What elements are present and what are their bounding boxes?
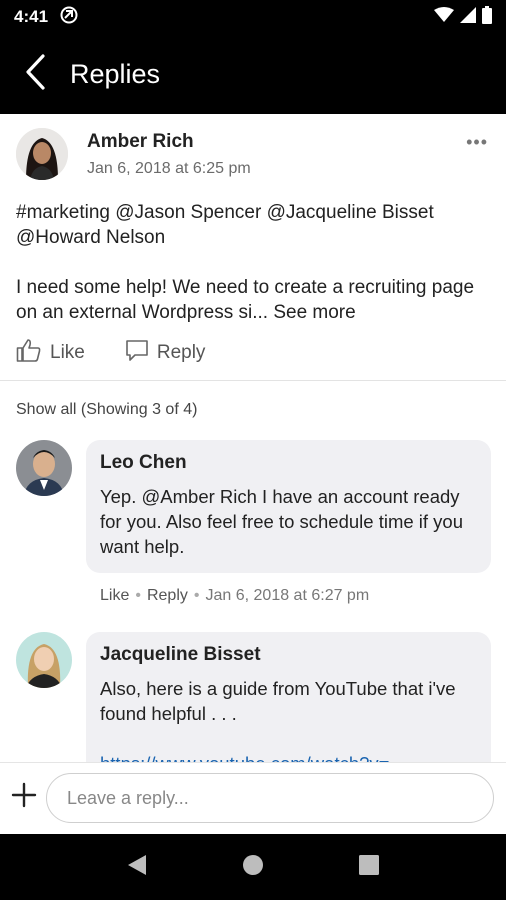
nav-back-button[interactable] <box>127 854 147 881</box>
nav-home-icon <box>242 854 264 881</box>
wifi-icon <box>434 6 454 28</box>
status-bar: 4:41 <box>0 0 506 34</box>
reply-link[interactable]: https://www.youtube.com/watch?v= <box>100 751 477 762</box>
see-more-link[interactable]: See more <box>273 302 355 323</box>
original-post: Amber Rich Jan 6, 2018 at 6:25 pm ••• #m… <box>0 114 506 381</box>
reply-like-button[interactable]: Like <box>100 587 129 605</box>
reply-label: Reply <box>156 342 206 363</box>
reply-author[interactable]: Jacqueline Bisset <box>100 644 477 666</box>
status-time: 4:41 <box>14 7 49 26</box>
app-header: Replies <box>0 34 506 114</box>
nav-recents-button[interactable] <box>359 854 379 880</box>
avatar[interactable] <box>16 128 68 180</box>
show-all-replies-link[interactable]: Show all (Showing 3 of 4) <box>16 401 197 419</box>
notification-icon <box>60 6 78 29</box>
back-button[interactable] <box>0 34 70 114</box>
more-options-button[interactable]: ••• <box>466 132 488 153</box>
reply-date: Jan 6, 2018 at 6:27 pm <box>205 587 370 604</box>
add-attachment-button[interactable] <box>10 781 38 809</box>
post-text-wrap: I need some help! We need to create a re… <box>16 275 496 325</box>
separator-dot-icon: • <box>135 587 141 604</box>
plus-icon <box>10 782 38 813</box>
nav-back-icon <box>127 854 147 881</box>
post-actions: Like Reply <box>16 338 245 368</box>
reply-input[interactable] <box>46 773 494 823</box>
page-title: Replies <box>70 58 161 89</box>
cellular-icon <box>460 6 476 28</box>
reply-bubble: Jacqueline Bisset Also, here is a guide … <box>86 632 491 762</box>
comment-icon <box>125 339 149 367</box>
post-author[interactable]: Amber Rich <box>87 131 194 153</box>
avatar[interactable] <box>16 632 72 688</box>
battery-icon <box>482 5 492 29</box>
nav-recents-icon <box>359 854 379 880</box>
reply-composer <box>0 762 506 834</box>
post-body: #marketing @Jason Spencer @Jacqueline Bi… <box>16 200 496 325</box>
like-label: Like <box>50 342 85 363</box>
reply-text: Yep. @Amber Rich I have an account ready… <box>100 486 463 557</box>
post-text: I need some help! We need to create a re… <box>16 277 475 323</box>
more-dots-icon: ••• <box>466 132 488 152</box>
reply-author[interactable]: Leo Chen <box>100 452 477 474</box>
like-button[interactable]: Like <box>16 338 85 368</box>
system-nav-bar <box>0 834 506 900</box>
post-mentions[interactable]: #marketing @Jason Spencer @Jacqueline Bi… <box>16 200 496 250</box>
thumbs-up-icon <box>16 338 42 368</box>
reply-button[interactable]: Reply <box>125 339 206 367</box>
reply-text: Also, here is a guide from YouTube that … <box>100 678 456 724</box>
reply-item: Jacqueline Bisset Also, here is a guide … <box>0 632 506 762</box>
post-date: Jan 6, 2018 at 6:25 pm <box>87 160 251 177</box>
reply-reply-button[interactable]: Reply <box>147 587 188 605</box>
avatar[interactable] <box>16 440 72 496</box>
reply-actions: Like • Reply • Jan 6, 2018 at 6:27 pm <box>100 587 369 605</box>
back-arrow-icon <box>24 53 46 95</box>
nav-home-button[interactable] <box>242 854 264 881</box>
separator-dot-icon: • <box>193 587 200 604</box>
reply-bubble: Leo Chen Yep. @Amber Rich I have an acco… <box>86 440 491 573</box>
